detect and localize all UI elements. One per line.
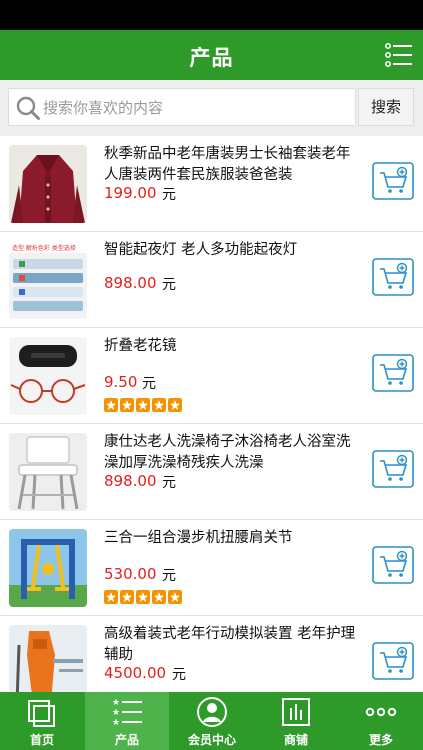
search-input[interactable] bbox=[43, 97, 343, 119]
tab-member-center-label: 会员中心 bbox=[187, 733, 236, 747]
star-icon bbox=[168, 590, 182, 604]
product-rating bbox=[104, 590, 182, 604]
star-icon bbox=[136, 590, 150, 604]
add-to-cart-icon[interactable] bbox=[372, 162, 414, 200]
search-box bbox=[8, 88, 356, 126]
product-name: 折叠老花镜 bbox=[104, 338, 177, 354]
product-price-unit: 元 bbox=[162, 568, 176, 584]
bar-chart-icon bbox=[280, 696, 312, 728]
product-name: 秋季新品中老年唐装男士长袖套装老年人唐装两件套民族服装爸爸装 bbox=[104, 146, 351, 183]
star-icon bbox=[120, 398, 134, 412]
product-price-unit: 元 bbox=[162, 475, 176, 491]
product-item[interactable]: 高级着装式老年行动模拟装置 老年护理辅助 4500.00 元 bbox=[0, 616, 423, 692]
star-icon bbox=[104, 398, 118, 412]
search-bar: 搜索 bbox=[0, 80, 423, 136]
product-image: 造型 解析色彩 类型选择 bbox=[9, 241, 87, 319]
star-list-icon: ★ ★ ★ bbox=[111, 696, 143, 728]
product-name: 智能起夜灯 老人多功能起夜灯 bbox=[104, 242, 298, 258]
product-item[interactable]: 折叠老花镜 9.50 元 bbox=[0, 328, 423, 424]
add-to-cart-icon[interactable] bbox=[372, 642, 414, 680]
tab-home-label: 首页 bbox=[29, 733, 54, 747]
product-price-unit: 元 bbox=[162, 277, 176, 293]
search-button[interactable]: 搜索 bbox=[358, 88, 414, 126]
add-to-cart-icon[interactable] bbox=[372, 450, 414, 488]
status-bar bbox=[0, 0, 423, 30]
product-price-unit: 元 bbox=[162, 187, 176, 203]
star-icon bbox=[120, 590, 134, 604]
add-to-cart-icon[interactable] bbox=[372, 354, 414, 392]
product-price: 199.00 bbox=[104, 184, 157, 202]
star-icon bbox=[152, 590, 166, 604]
product-price: 898.00 bbox=[104, 472, 157, 490]
more-dots-icon bbox=[365, 696, 397, 728]
product-price: 530.00 bbox=[104, 565, 157, 583]
product-image-caption: 造型 解析色彩 类型选择 bbox=[12, 244, 76, 252]
product-image bbox=[9, 145, 87, 223]
product-item[interactable]: 康仕达老人洗澡椅子沐浴椅老人浴室洗澡加厚洗澡椅残疾人洗澡 898.00 元 bbox=[0, 424, 423, 520]
product-item[interactable]: 三合一组合漫步机扭腰肩关节 530.00 元 bbox=[0, 520, 423, 616]
star-icon bbox=[104, 590, 118, 604]
star-icon bbox=[152, 398, 166, 412]
add-to-cart-icon[interactable] bbox=[372, 546, 414, 584]
product-price: 4500.00 bbox=[104, 664, 167, 682]
tab-products-label: 产品 bbox=[114, 733, 139, 747]
bottom-tab-bar: 首页 ★ ★ ★ 产品 会员中心 商铺 更多 bbox=[0, 692, 423, 750]
product-price-unit: 元 bbox=[142, 376, 156, 392]
tab-more[interactable]: 更多 bbox=[339, 692, 423, 750]
tab-more-label: 更多 bbox=[368, 733, 393, 747]
product-rating bbox=[104, 398, 182, 412]
product-list: 秋季新品中老年唐装男士长袖套装老年人唐装两件套民族服装爸爸装 199.00 元 … bbox=[0, 136, 423, 692]
svg-text:★: ★ bbox=[112, 718, 120, 728]
add-to-cart-icon[interactable] bbox=[372, 258, 414, 296]
tab-member-center[interactable]: 会员中心 bbox=[170, 692, 254, 750]
product-image bbox=[9, 433, 87, 511]
tab-shop[interactable]: 商铺 bbox=[254, 692, 338, 750]
product-name: 高级着装式老年行动模拟装置 老年护理辅助 bbox=[104, 626, 356, 663]
app-header: 产品 bbox=[0, 30, 423, 80]
svg-text:★: ★ bbox=[112, 708, 120, 718]
tab-shop-label: 商铺 bbox=[283, 733, 308, 747]
product-price: 9.50 bbox=[104, 373, 138, 391]
product-name: 三合一组合漫步机扭腰肩关节 bbox=[104, 530, 293, 546]
star-icon bbox=[168, 398, 182, 412]
home-icon bbox=[26, 696, 58, 728]
page-title: 产品 bbox=[189, 46, 234, 70]
product-item[interactable]: 秋季新品中老年唐装男士长袖套装老年人唐装两件套民族服装爸爸装 199.00 元 bbox=[0, 136, 423, 232]
product-name: 康仕达老人洗澡椅子沐浴椅老人浴室洗澡加厚洗澡椅残疾人洗澡 bbox=[104, 434, 351, 471]
product-price-unit: 元 bbox=[172, 667, 186, 683]
star-icon bbox=[136, 398, 150, 412]
product-price: 898.00 bbox=[104, 274, 157, 292]
product-image bbox=[9, 529, 87, 607]
product-image bbox=[9, 337, 87, 415]
search-icon bbox=[15, 95, 41, 121]
product-image bbox=[9, 625, 87, 692]
user-icon bbox=[196, 696, 228, 728]
tab-products[interactable]: ★ ★ ★ 产品 bbox=[85, 692, 169, 750]
svg-text:★: ★ bbox=[112, 698, 120, 708]
tab-home[interactable]: 首页 bbox=[0, 692, 84, 750]
menu-list-icon[interactable] bbox=[385, 42, 413, 68]
product-item[interactable]: 造型 解析色彩 类型选择 智能起夜灯 老人多功能起夜灯 898.00 元 bbox=[0, 232, 423, 328]
